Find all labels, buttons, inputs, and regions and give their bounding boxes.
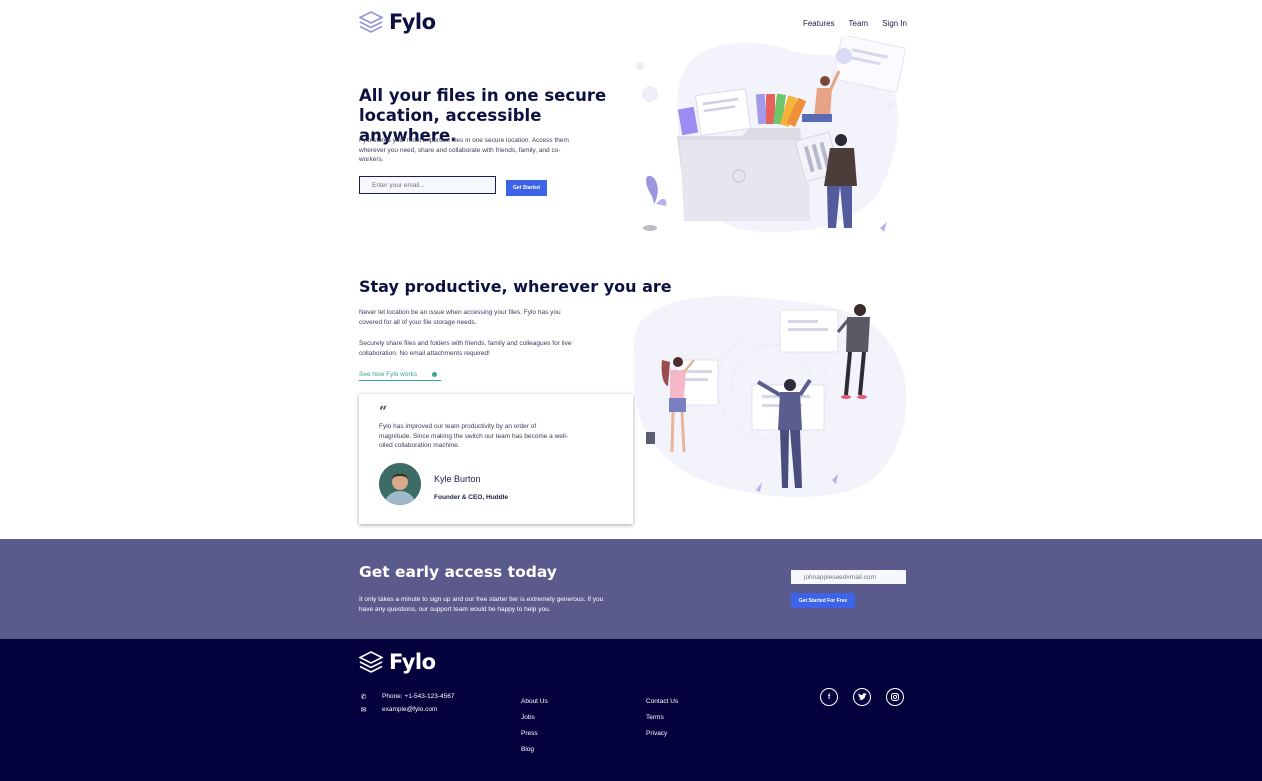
instagram-icon[interactable] — [886, 688, 904, 706]
testimonial-name: Kyle Burton — [434, 474, 481, 484]
testimonial-card: “ Fylo has improved our team productivit… — [359, 394, 633, 524]
arrow-icon — [432, 372, 437, 377]
phone-icon: ✆ — [360, 693, 367, 701]
footer-link-contact-us[interactable]: Contact Us — [646, 698, 678, 705]
footer-email: example@fylo.com — [382, 706, 438, 713]
social-links: f — [820, 688, 904, 706]
footer-link-terms[interactable]: Terms — [646, 714, 678, 721]
footer-brand-name: Fylo — [389, 650, 436, 674]
early-email-input[interactable] — [791, 570, 906, 584]
early-access-text: It only takes a minute to sign up and ou… — [359, 596, 604, 613]
productive-text-1: Never let location be an issue when acce… — [359, 309, 561, 326]
brand-logo[interactable]: Fylo — [359, 10, 436, 34]
main-nav: Features Team Sign In — [803, 19, 907, 28]
see-how-fylo-works-link[interactable]: See how Fylo works — [359, 371, 441, 381]
email-icon: ✉ — [360, 706, 367, 714]
footer-link-jobs[interactable]: Jobs — [521, 714, 548, 721]
footer-link-about-us[interactable]: About Us — [521, 698, 548, 705]
footer-phone: Phone: +1-543-123-4567 — [382, 693, 455, 700]
get-started-button[interactable]: Get Started — [506, 180, 547, 196]
productive-title: Stay productive, wherever you are — [359, 277, 672, 296]
early-access-title: Get early access today — [359, 563, 557, 581]
facebook-icon[interactable]: f — [820, 688, 838, 706]
get-started-for-free-button[interactable]: Get Started For Free — [791, 593, 855, 608]
footer-link-blog[interactable]: Blog — [521, 746, 548, 753]
footer-link-privacy[interactable]: Privacy — [646, 730, 678, 737]
nav-team[interactable]: Team — [849, 19, 869, 28]
footer-contact: ✆ Phone: +1-543-123-4567 ✉ example@fylo.… — [359, 690, 455, 716]
layers-logo-icon — [359, 651, 383, 673]
productive-text-2: Securely share files and folders with fr… — [359, 340, 572, 357]
twitter-icon[interactable] — [853, 688, 871, 706]
avatar — [379, 463, 421, 505]
hero-email-input[interactable] — [359, 176, 496, 194]
testimonial-role: Founder & CEO, Huddle — [434, 494, 509, 501]
collaboration-illustration — [633, 296, 907, 497]
nav-sign-in[interactable]: Sign In — [882, 19, 907, 28]
footer-link-press[interactable]: Press — [521, 730, 548, 737]
testimonial-text: Fylo has improved our team productivity … — [379, 423, 568, 449]
hero-text: Fylo stores your most important files in… — [359, 137, 569, 163]
footer: Fylo ✆ Phone: +1-543-123-4567 ✉ example@… — [0, 639, 1262, 781]
early-access-section: Get early access today It only takes a m… — [0, 539, 1262, 639]
layers-logo-icon — [359, 11, 383, 33]
nav-features[interactable]: Features — [803, 19, 835, 28]
footer-logo[interactable]: Fylo — [359, 650, 436, 674]
footer-links-col-1: About Us Jobs Press Blog — [521, 698, 548, 753]
quote-icon: “ — [379, 404, 388, 420]
hero-illustration — [636, 36, 906, 233]
footer-links-col-2: Contact Us Terms Privacy — [646, 698, 678, 737]
see-how-label: See how Fylo works — [359, 371, 418, 378]
brand-name: Fylo — [389, 10, 436, 34]
